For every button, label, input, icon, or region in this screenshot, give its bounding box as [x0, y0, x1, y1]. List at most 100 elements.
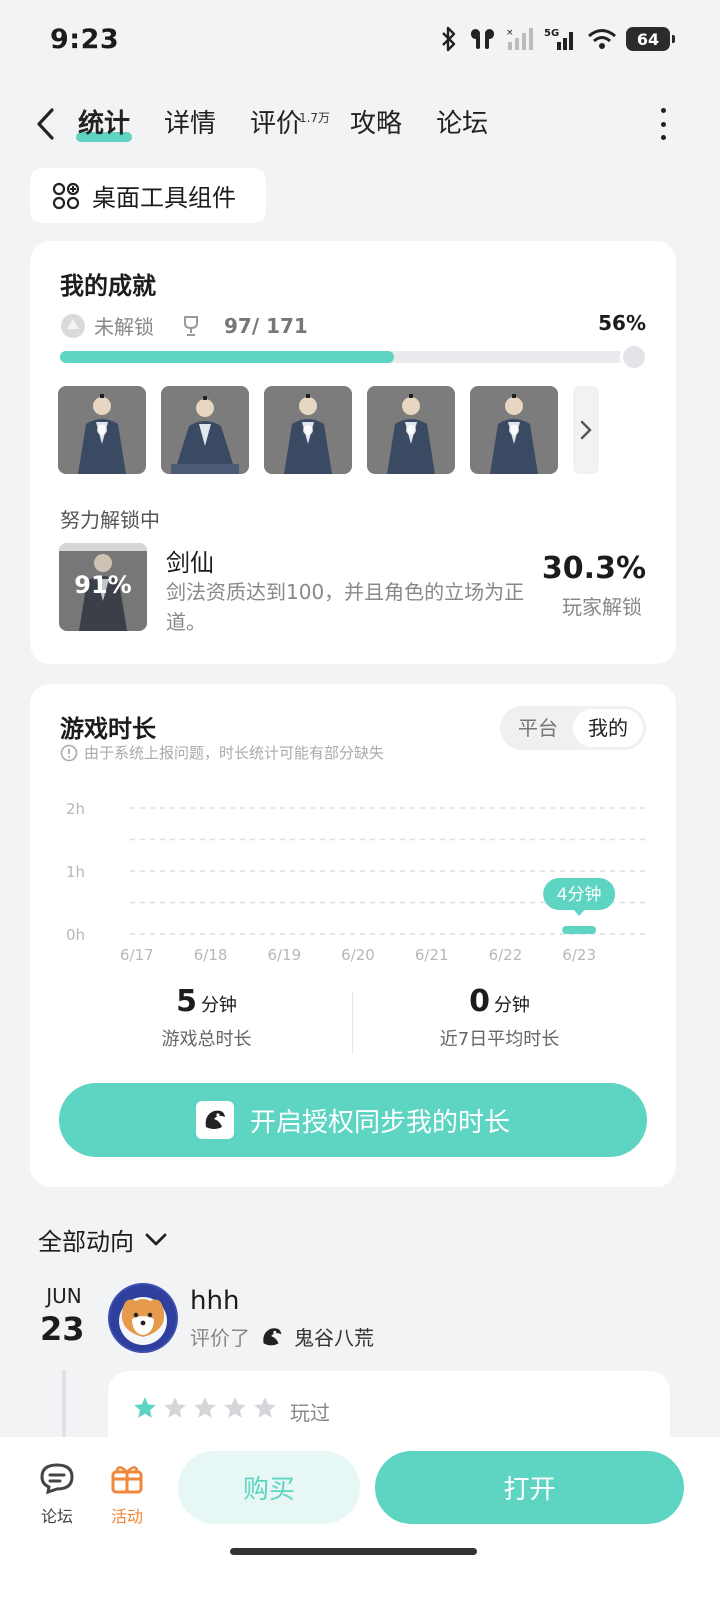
- more-options-button[interactable]: [658, 108, 668, 140]
- feed-filter-dropdown[interactable]: 全部动向: [38, 1222, 168, 1257]
- locked-label: 未解锁: [94, 315, 154, 339]
- sync-playtime-label: 开启授权同步我的时长: [249, 1107, 510, 1138]
- tab-reviews-label: 评价: [250, 109, 303, 139]
- locked-badge-icon: [61, 313, 85, 338]
- feed-username[interactable]: hhh: [190, 1286, 239, 1316]
- chevron-left-icon: [37, 108, 54, 140]
- average-playtime-value: 0: [469, 984, 490, 1019]
- y-tick-label: 1h: [66, 863, 85, 881]
- achievements-title: 我的成就: [60, 272, 156, 300]
- platform-mine-toggle: 平台 我的: [500, 706, 646, 750]
- toggle-platform[interactable]: 平台: [503, 709, 573, 747]
- bar-tooltip-pointer: [573, 909, 586, 916]
- current-achievement-name: 剑仙: [166, 549, 214, 577]
- trophy-icon: [184, 315, 198, 336]
- bottom-forum-button[interactable]: 论坛: [27, 1457, 87, 1527]
- tab-bar: 统计 详情 评价 1.7万 攻略 论坛: [75, 104, 522, 144]
- x-tick-label: 6/22: [489, 946, 523, 964]
- average-playtime-label: 近7日平均时长: [439, 1029, 560, 1050]
- player-unlock-rate: 30.3%: [541, 551, 646, 586]
- review-played-label: 玩过: [290, 1401, 330, 1425]
- info-icon: [60, 744, 78, 761]
- achievement-progress-bar: [60, 343, 648, 371]
- widgets-icon: [52, 182, 80, 209]
- bottom-event-label: 活动: [110, 1507, 143, 1526]
- average-playtime-unit: 分钟: [493, 995, 530, 1016]
- x-tick-label: 6/21: [415, 946, 449, 964]
- current-achievement-progress: 91%: [74, 571, 132, 599]
- playtime-title: 游戏时长: [60, 715, 156, 743]
- feed-action-verb: 评价了: [190, 1326, 250, 1350]
- x-tick-label: 6/19: [267, 946, 301, 964]
- svg-text:×: ×: [506, 28, 514, 38]
- feed-date-month: JUN: [46, 1284, 82, 1308]
- bottom-forum-label: 论坛: [40, 1507, 73, 1526]
- feed-filter-label: 全部动向: [38, 1228, 134, 1256]
- svg-text:5G: 5G: [544, 28, 559, 39]
- achievement-thumb[interactable]: [367, 386, 455, 474]
- x-tick-label: 6/23: [562, 946, 596, 964]
- average-playtime: 0 分钟 近7日平均时长: [353, 984, 646, 1051]
- tab-forum[interactable]: 论坛: [436, 104, 488, 144]
- toggle-mine[interactable]: 我的: [573, 709, 643, 747]
- status-icons: × 5G 64: [438, 26, 675, 52]
- status-time: 9:23: [50, 24, 120, 55]
- back-button[interactable]: [30, 104, 60, 144]
- signal-icon: ×: [506, 28, 533, 50]
- wifi-icon: [588, 29, 616, 49]
- earbuds-icon: [471, 29, 494, 49]
- player-unlock-rate-label: 玩家解锁: [562, 595, 642, 619]
- desktop-widget-label: 桌面工具组件: [92, 184, 236, 212]
- rating-stars: [132, 1395, 278, 1421]
- chevron-right-icon: [580, 420, 592, 440]
- buy-button[interactable]: 购买: [178, 1451, 360, 1524]
- gift-icon: [111, 1466, 143, 1494]
- x-tick-label: 6/18: [194, 946, 228, 964]
- progress-end-marker: [620, 343, 648, 371]
- battery-indicator: 64: [626, 27, 675, 51]
- achievement-thumb[interactable]: [264, 386, 352, 474]
- x-tick-label: 6/20: [341, 946, 375, 964]
- feed-date-day: 23: [40, 1310, 85, 1348]
- x-tick-label: 6/17: [120, 946, 154, 964]
- total-playtime-label: 游戏总时长: [161, 1029, 252, 1050]
- star-empty-icon: [254, 1397, 276, 1418]
- achievement-progress-fill: [60, 351, 395, 363]
- avatar[interactable]: [108, 1283, 178, 1353]
- achievement-count: 97/ 171: [224, 313, 308, 338]
- forum-icon: [40, 1463, 74, 1495]
- bottom-event-button[interactable]: 活动: [97, 1457, 157, 1527]
- y-tick-label: 2h: [66, 800, 85, 818]
- feed-game-name[interactable]: 鬼谷八荒: [294, 1322, 374, 1351]
- sync-playtime-button[interactable]: 开启授权同步我的时长: [59, 1083, 647, 1157]
- tab-stats[interactable]: 统计: [75, 104, 133, 144]
- bar[interactable]: [562, 926, 597, 934]
- achievements-more-button[interactable]: [573, 386, 599, 474]
- playtime-note-text: 由于系统上报问题，时长统计可能有部分缺失: [84, 744, 385, 762]
- achievement-thumbnails: [58, 386, 599, 474]
- achievement-thumb[interactable]: [58, 386, 146, 474]
- tab-reviews[interactable]: 评价 1.7万: [250, 104, 330, 144]
- chevron-down-icon: [145, 1233, 167, 1245]
- signal-5g-icon: 5G: [544, 28, 573, 50]
- playtime-note: 由于系统上报问题，时长统计可能有部分缺失: [60, 742, 384, 763]
- current-achievement-thumb[interactable]: 91%: [59, 543, 147, 631]
- achievement-percent: 56%: [598, 311, 646, 335]
- achievement-thumb[interactable]: [161, 386, 249, 474]
- playtime-chart: 0h 1h 2h 6/17 6/18 6/19 6/20 6/21 6/22 6/23 4分钟: [66, 800, 646, 964]
- open-button[interactable]: 打开: [375, 1451, 684, 1524]
- bar-value-label: 4分钟: [557, 885, 602, 905]
- desktop-widget-button[interactable]: 桌面工具组件: [30, 168, 266, 223]
- bottom-action-bar: 论坛 活动 购买 打开: [0, 1437, 720, 1600]
- star-empty-icon: [164, 1397, 186, 1418]
- achievements-card[interactable]: 我的成就 未解锁 97/ 171 56% 努力解锁中 91% 剑仙 剑法资质达到…: [30, 241, 676, 664]
- playtime-card: 游戏时长 由于系统上报问题，时长统计可能有部分缺失 平台 我的 0h 1h 2h 6/…: [30, 684, 676, 1187]
- total-playtime-unit: 分钟: [200, 995, 237, 1016]
- tab-details[interactable]: 详情: [164, 104, 216, 144]
- tab-guides[interactable]: 攻略: [350, 104, 402, 144]
- achievement-thumb[interactable]: [470, 386, 558, 474]
- total-playtime-value: 5: [176, 984, 197, 1019]
- achievements-meta: 未解锁 97/ 171: [60, 311, 308, 340]
- star-filled-icon: [134, 1397, 156, 1418]
- star-empty-icon: [224, 1397, 246, 1418]
